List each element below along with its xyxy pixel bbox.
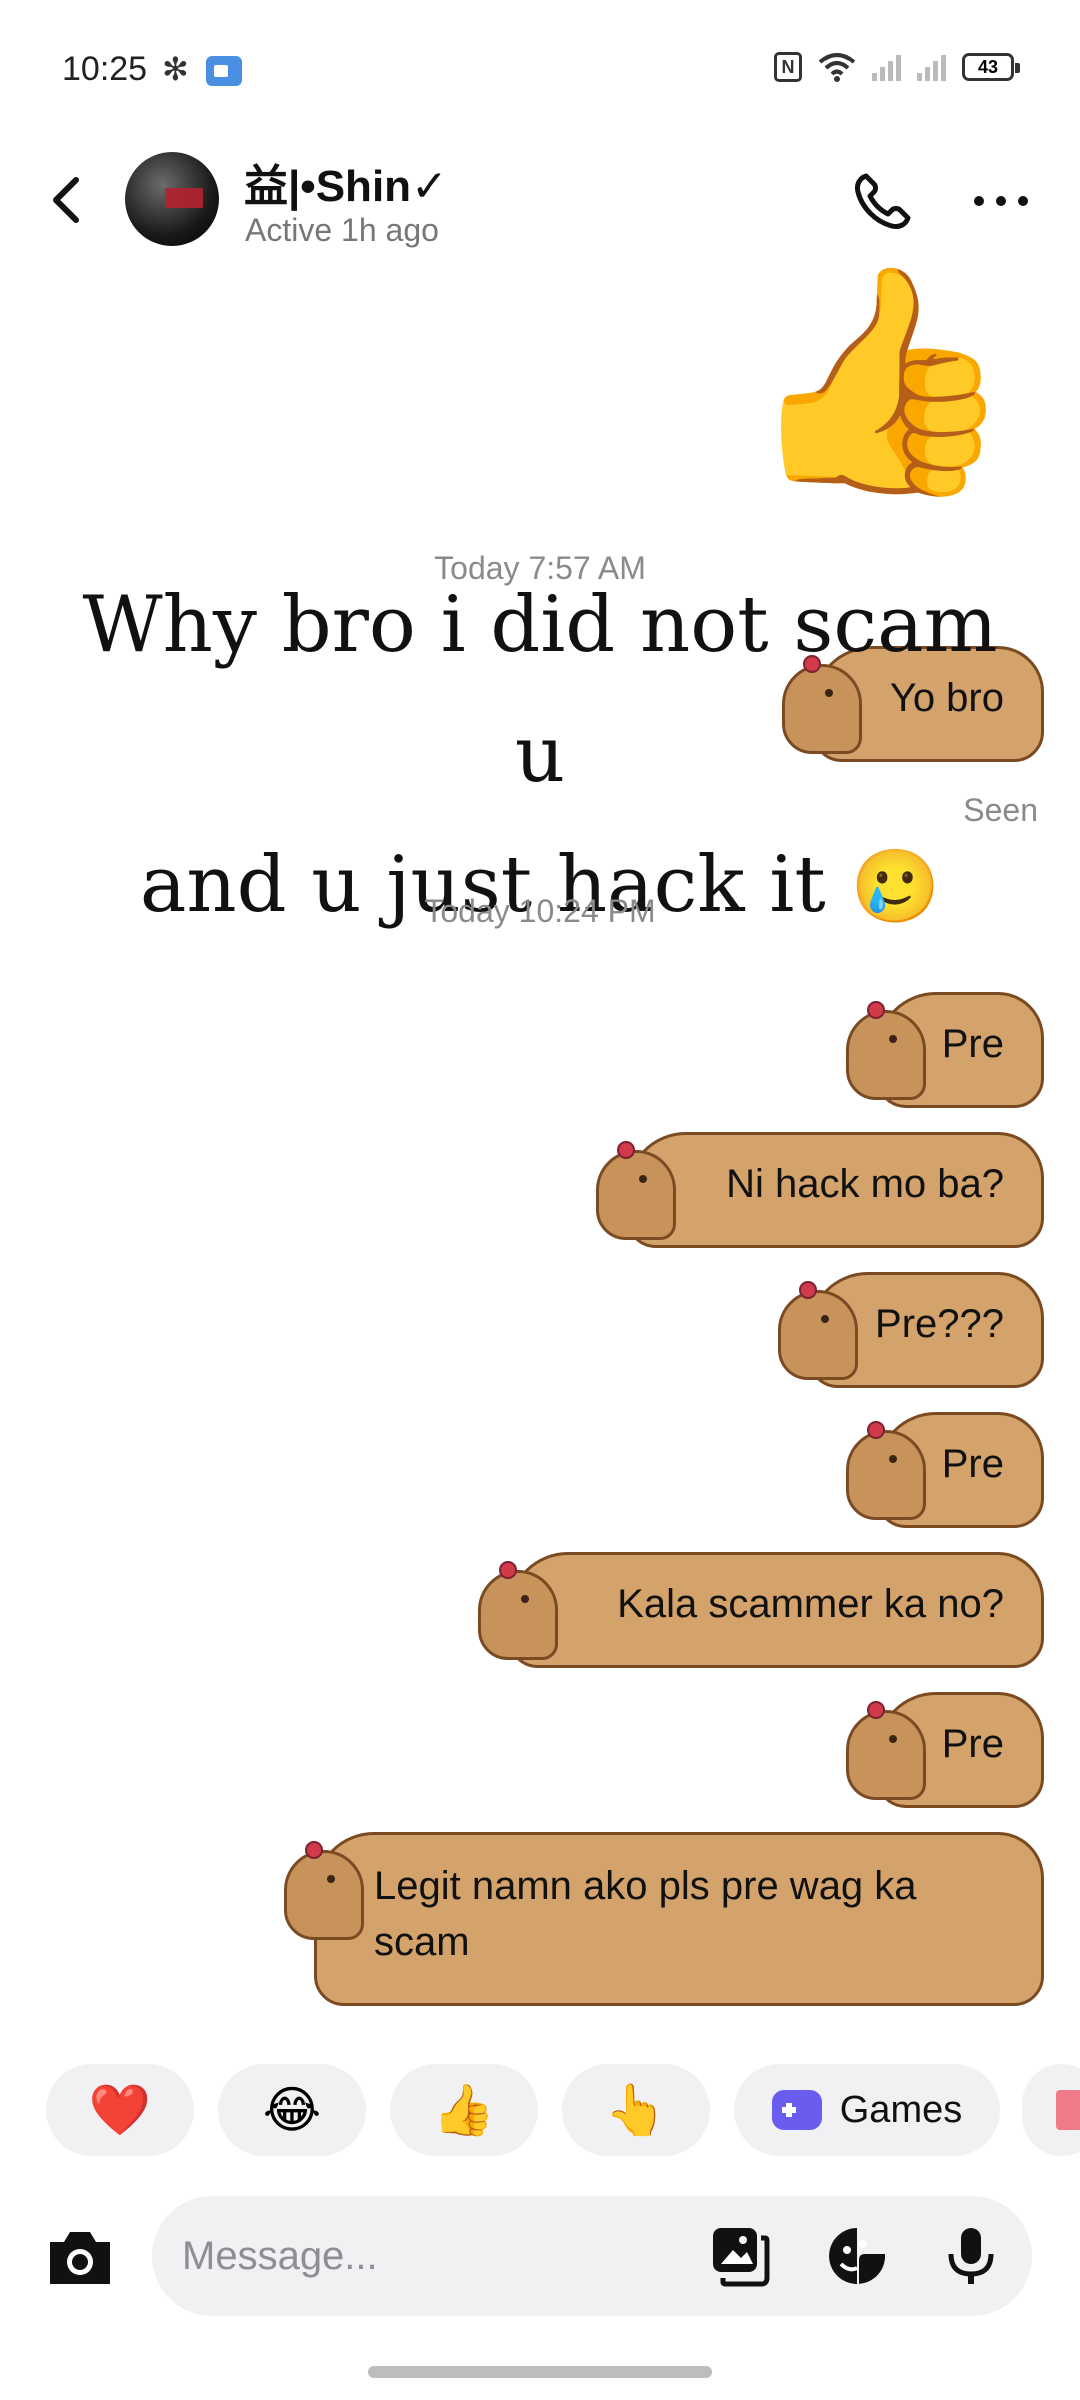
wifi-icon: [818, 53, 856, 82]
seen-status: Seen: [963, 792, 1038, 828]
home-indicator[interactable]: [368, 2366, 712, 2378]
capybara-sticker-bubble[interactable]: Pre: [846, 982, 1044, 1108]
bubble-text: Legit namn ako pls pre wag ka scam: [374, 1864, 917, 1964]
signal-icon: [872, 53, 901, 81]
thumbs-up-sticker[interactable]: 👍: [740, 270, 1020, 490]
status-time: 10:25: [62, 50, 148, 88]
bubble-text: Pre: [941, 1442, 1004, 1486]
sticker-icon: [829, 2228, 885, 2284]
phone-icon: [855, 173, 911, 229]
bubble-text: Pre: [941, 1022, 1004, 1066]
back-button[interactable]: [38, 170, 98, 230]
thumbs-up-icon: 👍: [432, 2081, 496, 2138]
gamepad-icon: [771, 2090, 822, 2130]
reaction-point-chip[interactable]: 👆: [562, 2064, 710, 2156]
camera-icon: [50, 2232, 110, 2284]
capybara-sticker-bubble[interactable]: Legit namn ako pls pre wag ka scam: [284, 1822, 1044, 2006]
signal-icon-2: [917, 53, 946, 81]
gallery-button[interactable]: [707, 2224, 771, 2288]
capybara-icon: [478, 1561, 558, 1660]
message-field: [152, 2196, 1032, 2316]
laugh-icon: 😂: [262, 2082, 322, 2138]
reaction-heart-chip[interactable]: ❤️: [46, 2064, 194, 2156]
capybara-sticker-bubble[interactable]: Pre: [846, 1402, 1044, 1528]
bubble-text: Pre???: [875, 1302, 1004, 1346]
contact-name[interactable]: 益|•Shin✓: [244, 150, 448, 214]
reaction-laugh-chip[interactable]: 😂: [218, 2064, 366, 2156]
fan-icon: ✻: [162, 51, 189, 87]
chat-header: 益|•Shin✓ Active 1h ago: [0, 140, 1080, 270]
status-bar: 10:25 ✻ N 43: [0, 0, 1080, 140]
message-composer: [0, 2196, 1080, 2316]
point-up-icon: 👆: [604, 2081, 668, 2138]
contact-status: Active 1h ago: [245, 212, 439, 248]
status-icons: N 43: [774, 52, 1020, 82]
capybara-icon: [846, 1421, 926, 1520]
nfc-icon: N: [774, 52, 802, 82]
capybara-sticker-bubble[interactable]: Pre???: [778, 1262, 1044, 1388]
more-button[interactable]: [966, 176, 1036, 226]
capybara-icon: [846, 1001, 926, 1100]
battery-icon: 43: [962, 53, 1020, 81]
sticker-button[interactable]: [825, 2224, 889, 2288]
message-input[interactable]: [182, 2226, 702, 2286]
heart-icon: ❤️: [88, 2081, 152, 2138]
capybara-icon: [846, 1701, 926, 1800]
reaction-thumbs-chip[interactable]: 👍: [390, 2064, 538, 2156]
mic-icon: [948, 2228, 994, 2284]
capybara-sticker-bubble[interactable]: Pre: [846, 1682, 1044, 1808]
capybara-sticker-bubble[interactable]: Kala scammer ka no?: [478, 1542, 1044, 1668]
capybara-sticker-bubble[interactable]: Ni hack mo ba?: [596, 1122, 1044, 1248]
bubble-text: Ni hack mo ba?: [726, 1162, 1004, 1206]
bubble-text: Pre: [941, 1722, 1004, 1766]
timestamp: Today 10:24 PM: [424, 893, 656, 929]
mic-button[interactable]: [939, 2224, 1003, 2288]
capybara-icon: [778, 1281, 858, 1380]
back-icon: [53, 177, 79, 223]
avatar[interactable]: [125, 152, 219, 246]
games-label: Games: [839, 2088, 963, 2131]
bubble-text: Kala scammer ka no?: [617, 1582, 1004, 1626]
capybara-icon: [596, 1141, 676, 1240]
caption-line-1: Why bro i did not scam u: [82, 580, 998, 800]
call-button[interactable]: [848, 166, 918, 236]
camera-button[interactable]: [44, 2226, 116, 2290]
capybara-icon: [284, 1841, 364, 1940]
gallery-icon: [713, 2228, 770, 2287]
games-chip[interactable]: Games: [734, 2064, 1000, 2156]
screen-record-icon: [206, 56, 242, 86]
more-icon: [974, 196, 984, 206]
more-chip[interactable]: [1022, 2064, 1080, 2156]
